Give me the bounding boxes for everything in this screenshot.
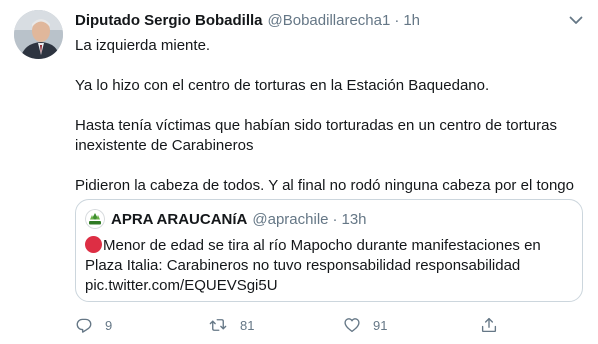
tweet-header: Diputado Sergio Bobadilla @Bobadillarech… [75, 10, 420, 30]
tweet-paragraph: Pidieron la cabeza de todos. Y al final … [75, 177, 574, 194]
quoted-tweet-time[interactable]: 13h [342, 211, 367, 228]
author-name[interactable]: Diputado Sergio Bobadilla [75, 12, 263, 29]
quoted-tweet-header: APRA ARAUCANíA @aprachile · 13h [85, 209, 367, 229]
red-circle-icon [85, 236, 102, 253]
retweet-button[interactable]: 81 [208, 313, 254, 337]
retweet-icon [209, 319, 227, 331]
tweet-paragraph: Hasta tenía víctimas que habían sido tor… [75, 117, 557, 154]
quoted-author-name[interactable]: APRA ARAUCANíA [111, 211, 247, 228]
author-handle[interactable]: @Bobadillarecha1 [268, 12, 391, 29]
tweet-time[interactable]: 1h [403, 12, 420, 29]
tweet-paragraph: La izquierda miente. [75, 37, 211, 54]
tweet-text: La izquierda miente. Ya lo hizo con el c… [75, 36, 585, 196]
quoted-tweet[interactable]: APRA ARAUCANíA @aprachile · 13h Menor de… [75, 199, 583, 302]
tweet-paragraph: Ya lo hizo con el centro de torturas en … [75, 77, 490, 94]
share-icon [481, 317, 497, 333]
tweet-actions: 9 81 91 [75, 313, 587, 337]
reply-icon [76, 318, 92, 333]
heart-icon [344, 318, 360, 333]
like-count: 91 [373, 317, 388, 333]
separator-dot: · [394, 11, 400, 29]
tweet[interactable]: Diputado Sergio Bobadilla @Bobadillarech… [0, 0, 598, 344]
quoted-tweet-body: Menor de edad se tira al río Mapocho dur… [85, 237, 541, 294]
avatar[interactable] [14, 10, 63, 59]
quoted-tweet-text: Menor de edad se tira al río Mapocho dur… [85, 236, 573, 296]
retweet-count: 81 [240, 317, 255, 333]
more-options-chevron-down-icon[interactable] [566, 10, 586, 30]
quoted-avatar-logo [85, 209, 105, 229]
reply-button[interactable]: 9 [75, 313, 112, 337]
like-button[interactable]: 91 [343, 313, 387, 337]
quoted-separator-dot: · [332, 210, 338, 228]
share-button[interactable] [480, 313, 498, 337]
reply-count: 9 [105, 317, 113, 333]
quoted-author-handle[interactable]: @aprachile [252, 211, 328, 228]
